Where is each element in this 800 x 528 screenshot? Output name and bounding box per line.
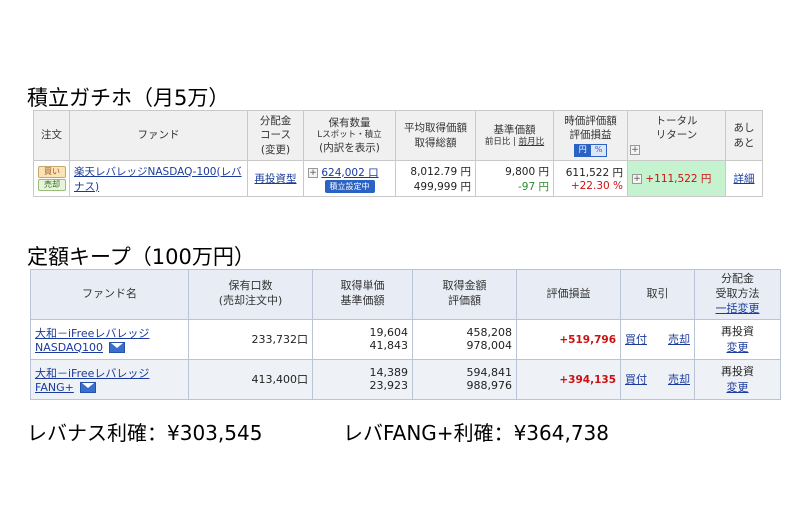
col-market-value: 時価評価額 評価損益 円% [553,110,628,161]
section-title-teigaku: 定額キープ（100万円） [27,245,255,269]
col-trade: 取引 [620,269,695,320]
mail-icon[interactable] [109,342,125,354]
tsumitate-status-badge: 積立設定中 [324,179,375,193]
total-return-cell: + +111,522 円 [627,160,726,197]
dist-method-cell: 再投資 変更 [694,318,781,360]
base-price-cell: 9,800 円 -97 円 [475,160,554,197]
table-row: 大和－iFreeレバレッジ NASDAQ100 233,732口 19,604 … [30,318,781,360]
history-cell: 詳細 [725,160,763,197]
col-gain: 評価損益 [516,269,621,320]
buy-link[interactable]: 買付 [625,371,647,387]
col-amount: 取得金額 評価額 [412,269,517,320]
col-dist-course: 分配金 コース (変更) [247,110,304,161]
unit-price-cell: 14,389 23,923 [312,358,413,400]
col-quantity: 保有数量 Lスポット・積立 (内訳を表示) [303,110,396,161]
mail-icon[interactable] [79,382,96,394]
col-base-price: 基準価額 前日比 | 前月比 [475,110,554,161]
gain-cell: +519,796 [516,318,621,360]
section-title-tsumitate: 積立ガチホ（月5万） [27,86,230,110]
unit-yen-option[interactable]: 円 [574,145,591,157]
amount-cell: 594,841 988,976 [412,358,517,400]
trade-cell: 買付 売却 [620,358,695,400]
amount-cell: 458,208 978,004 [412,318,517,360]
fang-profit-text: レバFANG+利確：¥364,738 [343,421,609,445]
fund-cell: 大和－iFreeレバレッジ NASDAQ100 [30,318,189,360]
expand-total-icon[interactable]: + [632,174,642,184]
table-row: 大和－iFreeレバレッジ FANG+ 413,400口 14,389 23,9… [30,358,781,400]
col-fund-name: ファンド名 [30,269,189,320]
tsumitate-holdings-table: 注文 ファンド 分配金 コース (変更) 保有数量 Lスポット・積立 (内訳を表… [33,110,763,197]
units-cell: 413,400口 [188,358,313,400]
col-history: あし あと [725,110,763,161]
table-header-row: ファンド名 保有口数 (売却注文中) 取得単価 基準価額 取得金額 評価額 評価… [30,269,781,320]
order-cell: 買い 売却 [33,160,70,197]
detail-link[interactable]: 詳細 [734,173,755,185]
fund-name-link[interactable]: 楽天レバレッジNASDAQ-100(レバナス) [74,166,242,193]
change-link[interactable]: 変更 [699,339,776,355]
col-dist-method: 分配金 受取方法 一括変更 [694,269,781,320]
col-avg-price: 平均取得価額 取得総額 [395,110,476,161]
sell-link[interactable]: 売却 [668,331,690,347]
col-total-return: トータル リターン + [627,110,726,161]
nasdaq-profit-text: レバナス利確：¥303,545 [27,421,263,445]
gain-cell: +394,135 [516,358,621,400]
expand-plus-icon[interactable]: + [630,144,640,155]
buy-button[interactable]: 買い [38,166,66,178]
market-value-cell: 611,522 円 +22.30 % [553,160,628,197]
sell-link[interactable]: 売却 [668,371,690,387]
course-link[interactable]: 再投資型 [255,173,297,185]
col-fund: ファンド [69,110,248,161]
table-row: 買い 売却 楽天レバレッジNASDAQ-100(レバナス) 再投資型 + 624… [33,160,763,197]
trade-cell: 買付 売却 [620,318,695,360]
fund-cell: 大和－iFreeレバレッジ FANG+ [30,358,189,400]
course-cell: 再投資型 [247,160,304,197]
dist-method-cell: 再投資 変更 [694,358,781,400]
unit-price-cell: 19,604 41,843 [312,318,413,360]
unit-toggle[interactable]: 円% [573,144,608,158]
quantity-link[interactable]: 624,002 口 [321,167,378,179]
units-cell: 233,732口 [188,318,313,360]
unit-pct-option[interactable]: % [590,145,607,157]
change-link[interactable]: 変更 [699,379,776,395]
col-order: 注文 [33,110,70,161]
buy-link[interactable]: 買付 [625,331,647,347]
fund-cell: 楽天レバレッジNASDAQ-100(レバナス) [69,160,248,197]
col-units: 保有口数 (売却注文中) [188,269,313,320]
sort-prev-day[interactable]: 前日比 [485,137,511,147]
sell-button[interactable]: 売却 [38,179,66,191]
expand-quantity-icon[interactable]: + [308,167,318,178]
table-header-row: 注文 ファンド 分配金 コース (変更) 保有数量 Lスポット・積立 (内訳を表… [33,110,763,161]
teigaku-holdings-table: ファンド名 保有口数 (売却注文中) 取得単価 基準価額 取得金額 評価額 評価… [30,269,781,400]
bulk-change-link[interactable]: 一括変更 [697,302,778,317]
col-unit-price: 取得単価 基準価額 [312,269,413,320]
fund-name-link[interactable]: 大和－iFreeレバレッジ NASDAQ100 [35,327,149,354]
avg-price-cell: 8,012.79 円 499,999 円 [395,160,476,197]
quantity-cell: + 624,002 口 積立設定中 [303,160,396,197]
sort-prev-month[interactable]: 前月比 [519,137,545,147]
